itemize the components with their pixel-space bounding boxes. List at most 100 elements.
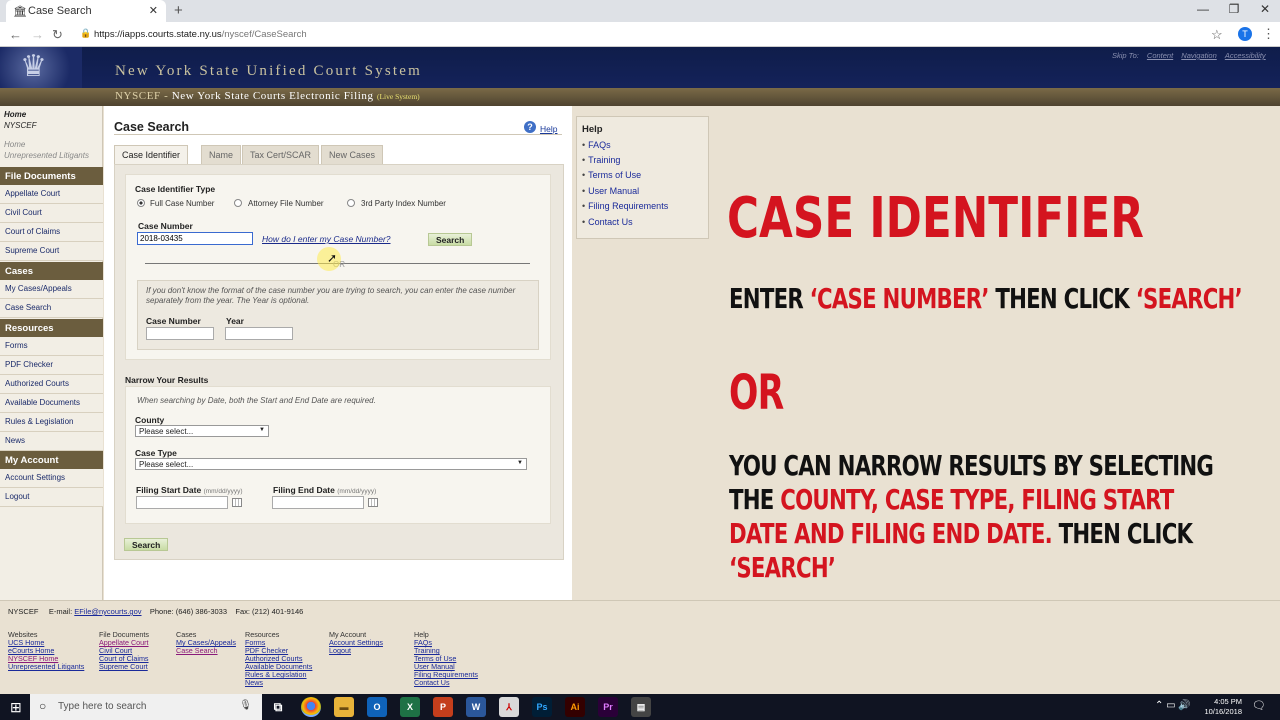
radio-attorney-file-number[interactable] — [234, 199, 242, 207]
sidebar-home-link[interactable]: Home — [4, 110, 26, 119]
sidebar-item-forms[interactable]: Forms — [0, 337, 103, 356]
tab-case-identifier[interactable]: Case Identifier — [114, 145, 189, 165]
radio-third-party-index[interactable] — [347, 199, 355, 207]
lady-justice-logo[interactable]: ♛ — [0, 47, 82, 88]
sidebar-item-news[interactable]: News — [0, 432, 103, 451]
footer-link[interactable]: Unrepresented Litigants — [8, 663, 84, 671]
skip-accessibility-link[interactable]: Accessibility — [1225, 51, 1266, 60]
help-link-filing-requirements[interactable]: • Filing Requirements — [582, 201, 668, 211]
sidebar-home2-link[interactable]: Home — [4, 140, 25, 149]
sidebar-item-civil-court[interactable]: Civil Court — [0, 204, 103, 223]
tab-tax-cert-scar[interactable]: Tax Cert/SCAR — [242, 145, 320, 164]
microphone-icon[interactable]: 🎙 — [239, 700, 252, 711]
outlook-icon[interactable]: O — [367, 697, 387, 717]
help-link-text: Training — [588, 155, 621, 165]
chevron-down-icon: ▼ — [259, 427, 265, 433]
overlay-text: ENTER — [729, 282, 810, 315]
filing-end-date-label: Filing End Date (mm/dd/yyyy) — [273, 485, 376, 495]
taskbar-search[interactable]: ○ Type here to search 🎙 — [30, 694, 262, 720]
end-date-hint: (mm/dd/yyyy) — [337, 488, 377, 495]
start-date-text: Filing Start Date — [136, 485, 202, 495]
search-bottom-button[interactable]: Search — [124, 538, 169, 551]
photoshop-icon[interactable]: Ps — [532, 697, 552, 717]
notification-center-icon[interactable]: 🗨 — [1252, 699, 1266, 712]
how-to-enter-link[interactable]: How do I enter my Case Number? — [262, 234, 391, 244]
sidebar-item-court-of-claims[interactable]: Court of Claims — [0, 223, 103, 242]
footer-link[interactable]: Supreme Court — [99, 663, 149, 671]
filing-start-date-input[interactable] — [136, 496, 228, 509]
help-link[interactable]: Help — [540, 124, 557, 134]
tab-name[interactable]: Name — [201, 145, 242, 164]
calendar-icon[interactable] — [232, 498, 242, 507]
site-title: New York State Unified Court System — [115, 63, 422, 79]
skip-content-link[interactable]: Content — [1147, 51, 1173, 60]
help-link-training[interactable]: • Training — [582, 155, 620, 165]
bookmark-star-icon[interactable]: ☆ — [1211, 27, 1223, 43]
screen-recorder-icon[interactable]: ▤ — [631, 697, 651, 717]
help-link-contact-us[interactable]: • Contact Us — [582, 217, 633, 227]
footer-email-link[interactable]: EFile@nycourts.gov — [74, 607, 141, 616]
footer-link[interactable]: Case Search — [176, 647, 236, 655]
overlay-title: CASE IDENTIFIER — [727, 186, 1144, 251]
browser-menu-icon[interactable]: ⋮ — [1262, 26, 1275, 42]
case-type-select[interactable]: Please select... ▼ — [135, 458, 527, 470]
sidebar-section-my-account: My Account — [0, 451, 103, 469]
sidebar-unrepresented-link[interactable]: Unrepresented Litigants — [4, 151, 89, 160]
windows-start-icon[interactable]: ⊞ — [10, 699, 22, 716]
back-arrow-icon[interactable]: ← — [9, 27, 22, 42]
footer-link[interactable]: Logout — [329, 647, 383, 655]
footer-link[interactable]: Contact Us — [414, 679, 478, 687]
acrobat-icon[interactable]: ⅄ — [499, 697, 519, 717]
help-link-faqs[interactable]: • FAQs — [582, 140, 611, 150]
taskbar-clock[interactable]: 4:05 PM 10/16/2018 — [1198, 697, 1242, 717]
footer-col-resources: Resources Forms PDF Checker Authorized C… — [245, 631, 312, 687]
county-select[interactable]: Please select... ▼ — [135, 425, 269, 437]
tab-close-icon[interactable]: ✕ — [149, 4, 158, 17]
file-explorer-icon[interactable]: ▬ — [334, 697, 354, 717]
minimize-button[interactable]: — — [1188, 2, 1218, 16]
powerpoint-icon[interactable]: P — [433, 697, 453, 717]
radio-full-case-number[interactable] — [137, 199, 145, 207]
sidebar-item-supreme-court[interactable]: Supreme Court — [0, 242, 103, 261]
sidebar-item-available-documents[interactable]: Available Documents — [0, 394, 103, 413]
sidebar-item-case-search[interactable]: Case Search — [0, 299, 103, 318]
premiere-icon[interactable]: Pr — [598, 697, 618, 717]
maximize-button[interactable]: ❐ — [1219, 2, 1249, 16]
sidebar-item-account-settings[interactable]: Account Settings — [0, 469, 103, 488]
sidebar-item-authorized-courts[interactable]: Authorized Courts — [0, 375, 103, 394]
forward-arrow-icon[interactable]: → — [31, 27, 44, 42]
task-view-icon[interactable]: ⧉ — [268, 697, 288, 717]
help-link-user-manual[interactable]: • User Manual — [582, 186, 639, 196]
footer-link[interactable]: News — [245, 679, 312, 687]
mouse-cursor-icon: ➚ — [327, 251, 338, 265]
calendar-icon[interactable] — [368, 498, 378, 507]
case-number2-input[interactable] — [146, 327, 214, 340]
case-number-input[interactable] — [137, 232, 253, 245]
search-button[interactable]: Search — [428, 233, 473, 246]
url-field[interactable]: 🔒 https://iapps.courts.state.ny.us/nysce… — [80, 26, 1202, 43]
sidebar-item-logout[interactable]: Logout — [0, 488, 103, 507]
filing-end-date-input[interactable] — [272, 496, 364, 509]
window-close-button[interactable]: ✕ — [1250, 2, 1280, 16]
chrome-icon[interactable] — [301, 697, 321, 717]
excel-icon[interactable]: X — [400, 697, 420, 717]
live-system-label: (Live System) — [376, 92, 420, 101]
browser-tab[interactable]: 🏛 Case Search ✕ — [6, 0, 166, 22]
skip-navigation-link[interactable]: Navigation — [1181, 51, 1216, 60]
sidebar-item-rules-legislation[interactable]: Rules & Legislation — [0, 413, 103, 432]
sidebar-item-pdf-checker[interactable]: PDF Checker — [0, 356, 103, 375]
tab-new-cases[interactable]: New Cases — [321, 145, 384, 164]
system-tray[interactable]: ⌃ ▭ 🔊 — [1155, 700, 1191, 711]
year-input[interactable] — [225, 327, 293, 340]
help-link-terms[interactable]: • Terms of Use — [582, 170, 641, 180]
illustrator-icon[interactable]: Ai — [565, 697, 585, 717]
help-icon[interactable]: ? — [524, 121, 536, 133]
new-tab-button[interactable]: + — [174, 2, 183, 19]
sidebar-item-my-cases[interactable]: My Cases/Appeals — [0, 280, 103, 299]
sidebar-item-appellate-court[interactable]: Appellate Court — [0, 185, 103, 204]
radio-third-party-index-label: 3rd Party Index Number — [361, 199, 446, 208]
word-icon[interactable]: W — [466, 697, 486, 717]
start-date-hint: (mm/dd/yyyy) — [203, 488, 243, 495]
reload-icon[interactable]: ↻ — [52, 27, 63, 43]
profile-avatar[interactable]: T — [1238, 27, 1252, 41]
